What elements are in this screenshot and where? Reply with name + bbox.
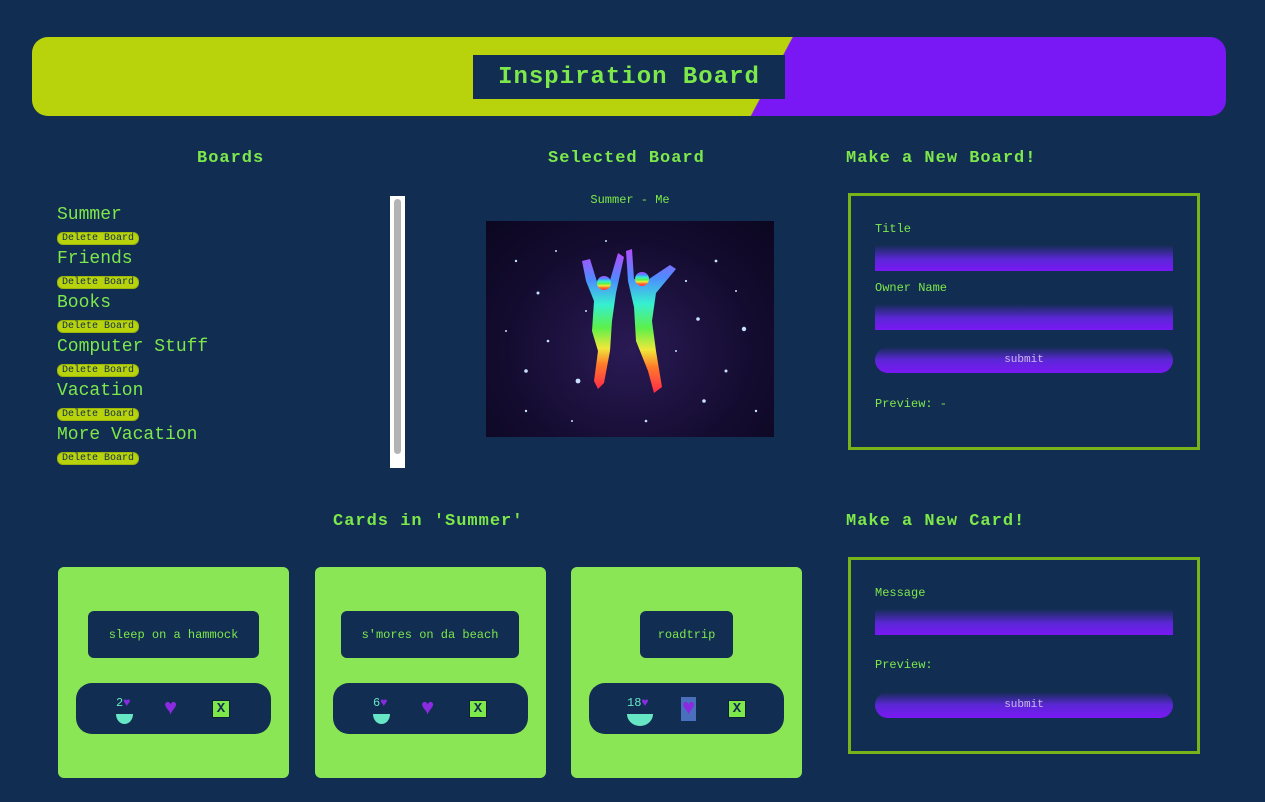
card-message: sleep on a hammock (88, 611, 259, 658)
small-heart-icon: ♥ (380, 696, 388, 710)
card-message: roadtrip (640, 611, 733, 658)
board-link-summer[interactable]: Summer (57, 203, 387, 227)
delete-card-button[interactable]: X (212, 700, 230, 718)
delete-card-button[interactable]: X (728, 700, 746, 718)
like-heart-button[interactable]: ♥ (681, 697, 697, 721)
like-count-value: 18 (627, 696, 642, 710)
selected-board-caption: Summer - Me (590, 193, 670, 207)
boards-list: Summer Delete Board Friends Delete Board… (57, 203, 387, 468)
card: sleep on a hammock 2♥ ♥ X (58, 567, 289, 778)
card-actions: 18♥ ♥ X (589, 683, 784, 734)
board-link-vacation[interactable]: Vacation (57, 379, 387, 403)
boards-scrollbar[interactable] (390, 196, 405, 468)
board-link-computer-stuff[interactable]: Computer Stuff (57, 335, 387, 359)
delete-board-button[interactable]: Delete Board (57, 408, 140, 421)
card-message: s'mores on da beach (341, 611, 519, 658)
card-actions: 6♥ ♥ X (333, 683, 528, 734)
delete-board-button[interactable]: Delete Board (57, 452, 140, 465)
board-submit-button[interactable]: submit (875, 347, 1173, 373)
owner-name-input[interactable] (875, 304, 1173, 330)
new-board-form: Title Owner Name submit Preview: - (848, 193, 1200, 450)
selected-board-image (486, 221, 774, 437)
like-count: 2♥ (116, 697, 130, 709)
card-actions: 2♥ ♥ X (76, 683, 271, 734)
page-title: Inspiration Board (473, 55, 785, 99)
selected-board-heading: Selected Board (548, 149, 705, 168)
owner-name-label: Owner Name (875, 281, 948, 295)
board-link-friends[interactable]: Friends (57, 247, 387, 271)
new-board-heading: Make a New Board! (846, 149, 1037, 168)
like-bowl-icon (373, 714, 390, 724)
card-preview-text: Preview: (875, 658, 933, 672)
boards-heading: Boards (197, 149, 265, 168)
rainbow-dancers-icon (505, 240, 758, 423)
board-item: More Vacation Delete Board (57, 423, 387, 467)
board-item: Computer Stuff Delete Board (57, 335, 387, 379)
board-item: Books Delete Board (57, 291, 387, 335)
card-message-input[interactable] (875, 609, 1173, 635)
small-heart-icon: ♥ (123, 696, 131, 710)
delete-board-button[interactable]: Delete Board (57, 364, 140, 377)
board-title-input[interactable] (875, 245, 1173, 271)
delete-board-button[interactable]: Delete Board (57, 232, 140, 245)
like-count: 6♥ (373, 697, 387, 709)
delete-board-button[interactable]: Delete Board (57, 320, 140, 333)
new-card-heading: Make a New Card! (846, 512, 1026, 531)
new-card-form: Message Preview: submit (848, 557, 1200, 754)
board-item: Friends Delete Board (57, 247, 387, 291)
cards-heading: Cards in 'Summer' (333, 512, 524, 531)
title-label: Title (875, 222, 912, 236)
card-submit-button[interactable]: submit (875, 692, 1173, 718)
like-count: 18♥ (627, 697, 649, 709)
delete-card-button[interactable]: X (469, 700, 487, 718)
like-bowl-icon (627, 714, 653, 726)
small-heart-icon: ♥ (641, 696, 649, 710)
delete-board-button[interactable]: Delete Board (57, 276, 140, 289)
card: roadtrip 18♥ ♥ X (571, 567, 802, 778)
like-heart-button[interactable]: ♥ (421, 697, 434, 721)
message-label: Message (875, 586, 926, 600)
board-item: Summer Delete Board (57, 203, 387, 247)
card: s'mores on da beach 6♥ ♥ X (315, 567, 546, 778)
like-heart-button[interactable]: ♥ (164, 697, 177, 721)
board-link-books[interactable]: Books (57, 291, 387, 315)
like-bowl-icon (116, 714, 133, 724)
board-link-more-vacation[interactable]: More Vacation (57, 423, 387, 447)
scrollbar-thumb[interactable] (394, 199, 401, 454)
board-item: Vacation Delete Board (57, 379, 387, 423)
board-preview-text: Preview: - (875, 397, 948, 411)
